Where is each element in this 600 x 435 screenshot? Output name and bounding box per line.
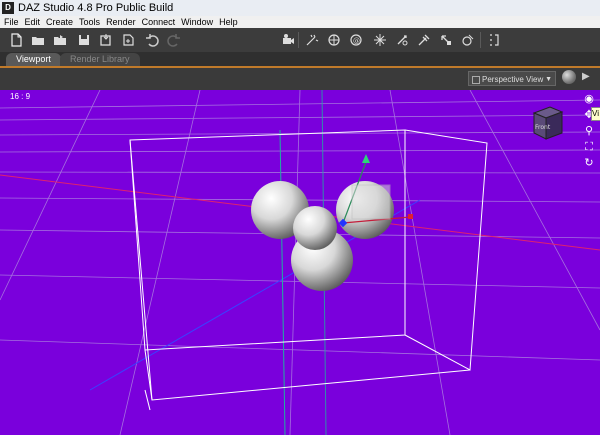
viewport-header: Perspective View ▼ ▶: [0, 68, 600, 90]
menu-create[interactable]: Create: [46, 16, 73, 28]
new-file-icon[interactable]: [8, 32, 24, 48]
rotate-camera-icon[interactable]: ↻: [582, 156, 596, 170]
svg-text:@: @: [353, 37, 360, 45]
camera-tool-icon[interactable]: [280, 32, 296, 48]
frame-icon[interactable]: ⛶: [582, 140, 596, 154]
merge-icon[interactable]: [120, 32, 136, 48]
title-bar: D DAZ Studio 4.8 Pro Public Build: [0, 0, 600, 16]
view-selector-dropdown[interactable]: Perspective View ▼: [468, 71, 556, 86]
tab-viewport[interactable]: Viewport: [6, 53, 61, 66]
redo-icon[interactable]: [166, 32, 182, 48]
surface-selection-icon[interactable]: [460, 32, 476, 48]
grid-icon: [472, 76, 480, 84]
save-as-icon[interactable]: [98, 32, 114, 48]
undo-icon[interactable]: [144, 32, 160, 48]
universal-tool-icon[interactable]: [372, 32, 388, 48]
chevron-down-icon: ▼: [545, 76, 552, 83]
menu-edit[interactable]: Edit: [25, 16, 41, 28]
open-folder-icon[interactable]: [30, 32, 46, 48]
tooltip: Vi: [591, 107, 600, 121]
view-cube[interactable]: Front: [530, 105, 564, 141]
tab-render-library[interactable]: Render Library: [60, 53, 140, 66]
rotate-tool-icon[interactable]: [394, 32, 410, 48]
menu-connect[interactable]: Connect: [142, 16, 176, 28]
scale-tool-icon[interactable]: [438, 32, 454, 48]
viewport-options-icon[interactable]: ▶: [582, 71, 590, 82]
y-axis-line: [279, 129, 286, 435]
node-selection-icon[interactable]: @: [348, 32, 364, 48]
3d-viewport[interactable]: 16 : 9 Front ◉ ✥ ⚲ ⛶ ↻ Vi: [0, 90, 600, 435]
menu-bar: File Edit Create Tools Render Connect Wi…: [0, 16, 600, 28]
translate-tool-icon[interactable]: [416, 32, 432, 48]
cube-face-label: Front: [535, 124, 551, 131]
open-recent-icon[interactable]: [52, 32, 68, 48]
aspect-ratio-label: 16 : 9: [10, 92, 31, 101]
save-icon[interactable]: [76, 32, 92, 48]
menu-render[interactable]: Render: [106, 16, 136, 28]
app-icon: D: [2, 2, 14, 14]
window-title: DAZ Studio 4.8 Pro Public Build: [18, 2, 174, 14]
tab-strip: Viewport Render Library: [0, 52, 600, 66]
menu-tools[interactable]: Tools: [79, 16, 100, 28]
draw-style-sphere-icon[interactable]: [562, 70, 576, 84]
joint-editor-icon[interactable]: [486, 32, 502, 48]
menu-help[interactable]: Help: [219, 16, 238, 28]
spot-render-icon[interactable]: [326, 32, 342, 48]
eye-icon[interactable]: ◉: [582, 92, 596, 106]
menu-window[interactable]: Window: [181, 16, 213, 28]
main-toolbar: @: [0, 28, 600, 53]
menu-file[interactable]: File: [4, 16, 19, 28]
view-selector-label: Perspective View: [482, 75, 544, 84]
zoom-icon[interactable]: ⚲: [582, 124, 596, 138]
scene-canvas[interactable]: [0, 90, 600, 435]
light-tool-icon[interactable]: [304, 32, 320, 48]
